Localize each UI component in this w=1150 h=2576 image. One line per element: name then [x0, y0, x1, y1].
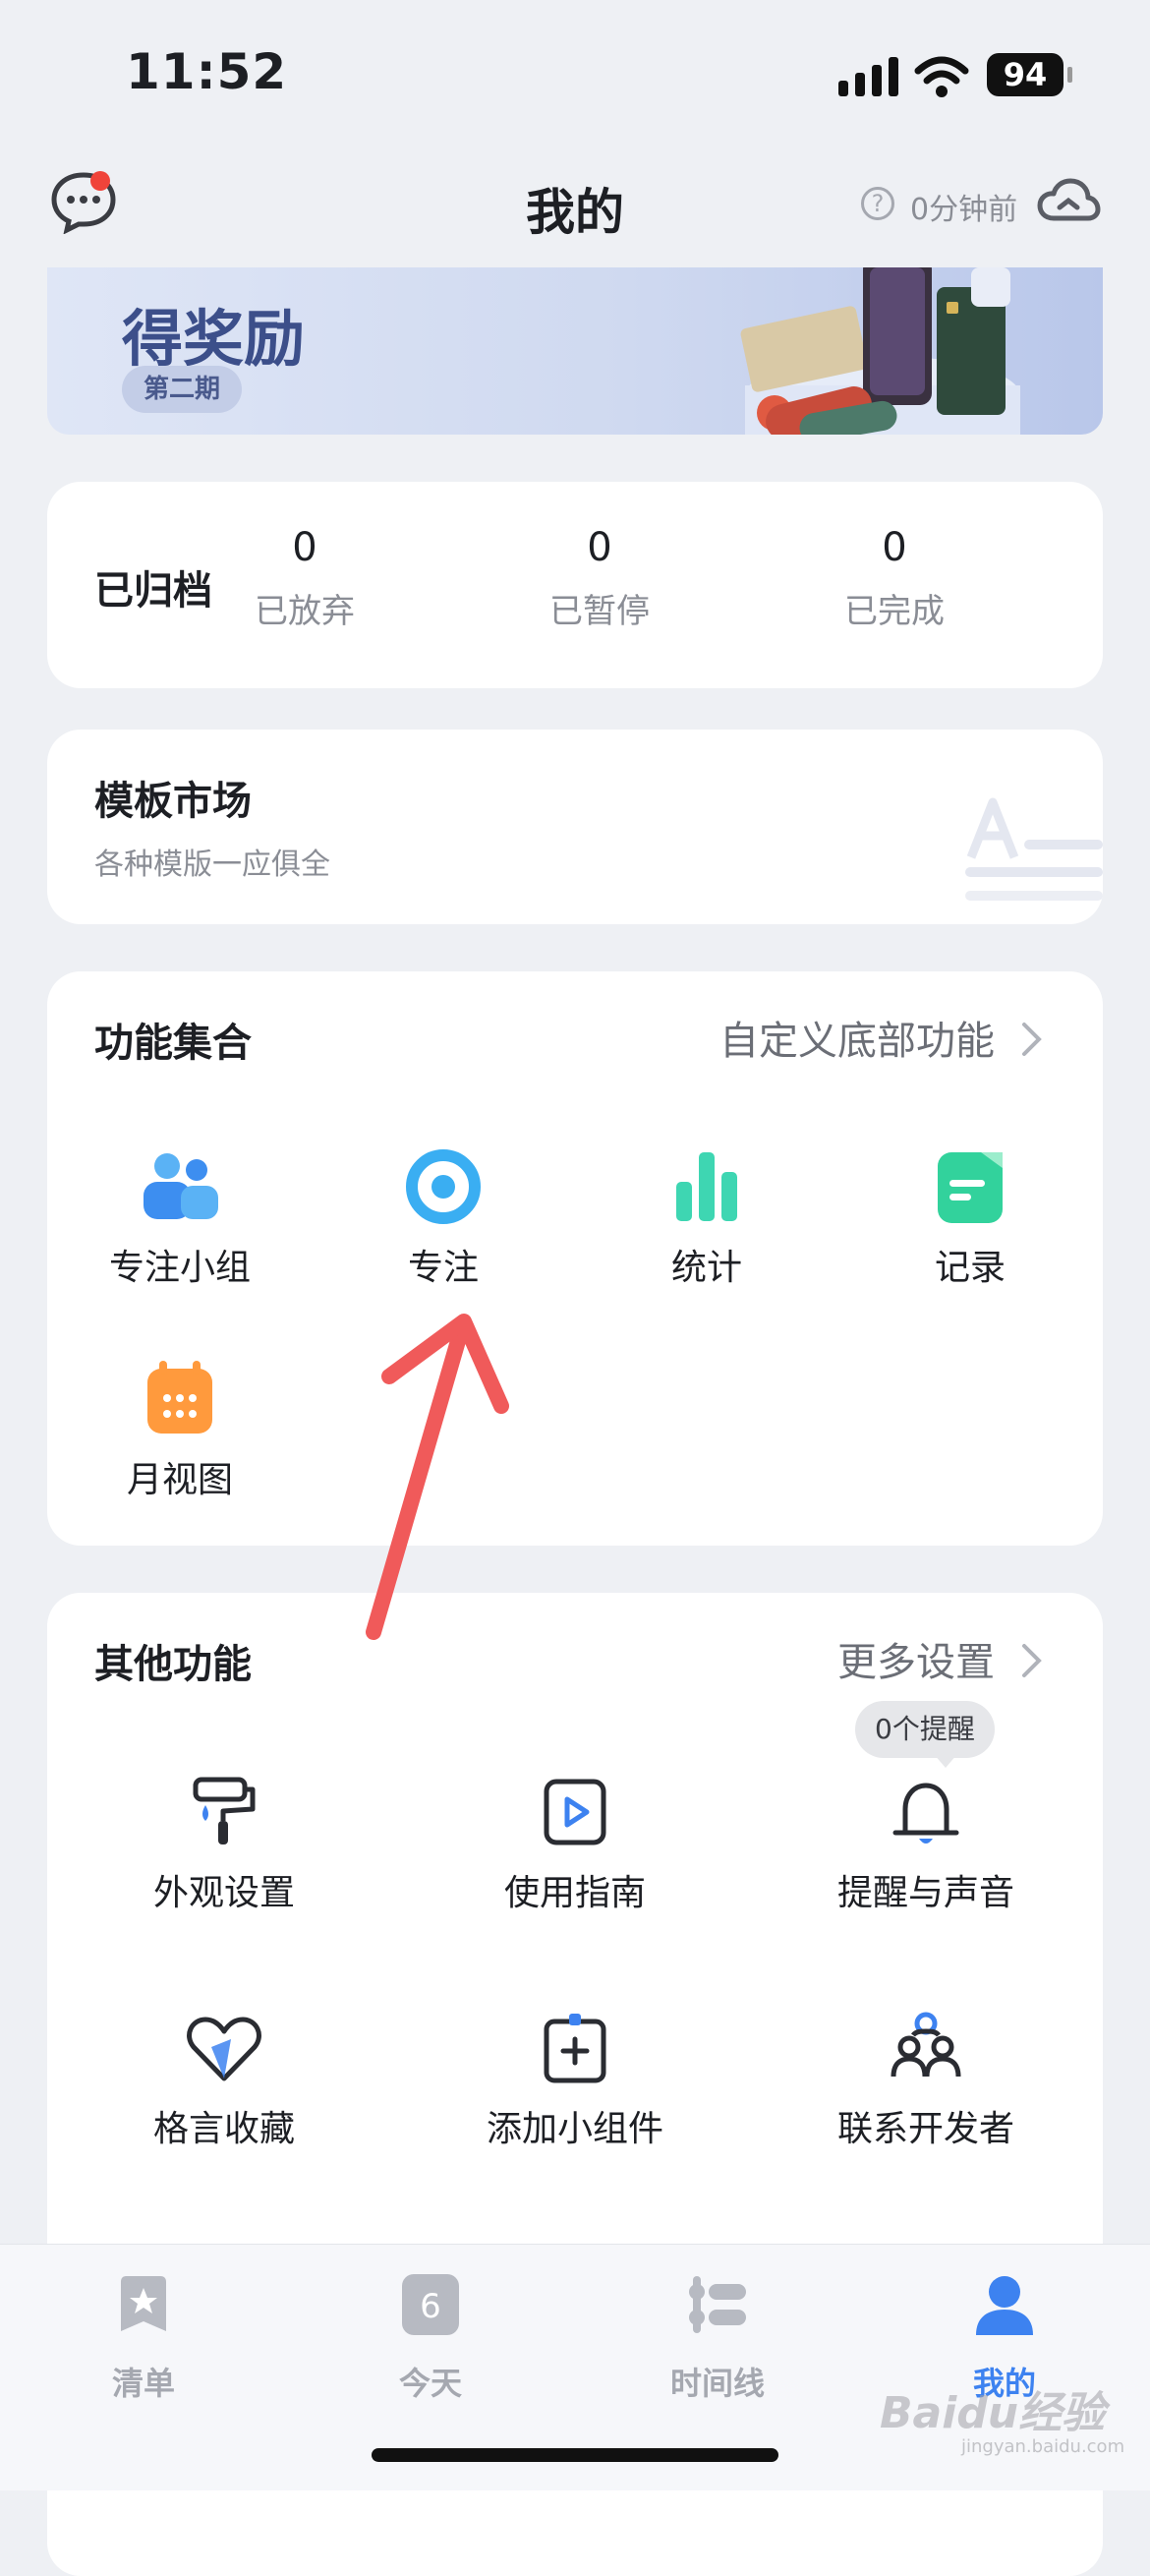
feature-label: 专注小组	[108, 1248, 251, 1288]
quote-favorites[interactable]: 格言收藏	[91, 2006, 357, 2151]
item-label: 提醒与声音	[836, 1873, 1014, 1913]
user-guide[interactable]: 使用指南	[442, 1770, 708, 1915]
watermark-url: jingyan.baidu.com	[961, 2436, 1125, 2457]
signal-icon	[838, 57, 898, 96]
battery-indicator: 94	[987, 53, 1064, 96]
stat-abandoned[interactable]: 0 已放弃	[197, 525, 413, 632]
heart-icon	[187, 2017, 261, 2081]
group-icon	[144, 1153, 218, 1219]
help-icon[interactable]: ?	[861, 187, 894, 220]
contact-developer[interactable]: 联系开发者	[793, 2006, 1059, 2151]
feature-focus[interactable]: 专注	[311, 1144, 576, 1290]
reminders-and-sounds[interactable]: 提醒与声音	[793, 1770, 1059, 1915]
feature-label: 记录	[934, 1248, 1006, 1288]
stats-icon	[676, 1152, 737, 1221]
item-label: 联系开发者	[836, 2109, 1014, 2149]
feature-month-view[interactable]: 月视图	[47, 1357, 313, 1502]
banner-badge: 第二期	[122, 366, 243, 413]
add-widget[interactable]: 添加小组件	[442, 2006, 708, 2151]
cloud-sync-icon[interactable]	[1036, 177, 1101, 226]
template-market-card[interactable]: 模板市场 各种模版一应俱全	[47, 730, 1103, 924]
stat-value: 0	[882, 525, 907, 570]
chevron-right-icon	[1022, 1023, 1042, 1056]
tab-list[interactable]: 清单	[0, 2272, 287, 2404]
record-icon	[938, 1152, 1003, 1223]
today-number: 6	[420, 2287, 441, 2326]
feature-label: 统计	[670, 1248, 742, 1288]
calendar-icon	[147, 1361, 212, 1434]
list-star-icon	[121, 2276, 166, 2331]
stat-completed[interactable]: 0 已完成	[786, 525, 1003, 632]
stat-label: 已放弃	[255, 592, 355, 631]
home-indicator	[372, 2448, 778, 2462]
stat-label: 已完成	[844, 592, 945, 631]
banner-title: 得奖励	[122, 303, 306, 375]
wifi-icon	[914, 56, 969, 97]
status-time: 11:52	[126, 43, 288, 100]
feature-label: 专注	[407, 1248, 479, 1288]
features-title: 功能集合	[94, 1021, 252, 1066]
appearance-settings[interactable]: 外观设置	[91, 1770, 357, 1915]
tab-label: 今天	[398, 2365, 462, 2402]
stat-value: 0	[292, 525, 317, 570]
profile-icon	[976, 2276, 1033, 2335]
play-guide-icon	[544, 1779, 606, 1845]
watermark-logo: Baidu经验	[880, 2388, 1106, 2438]
feature-stats[interactable]: 统计	[574, 1144, 839, 1290]
item-label: 外观设置	[152, 1873, 295, 1913]
contact-developer-icon	[891, 2012, 961, 2078]
more-settings-link[interactable]: 更多设置	[837, 1630, 995, 1687]
tab-label: 清单	[111, 2365, 175, 2402]
annotation-arrow	[366, 1314, 509, 1640]
template-market-title: 模板市场	[94, 779, 252, 824]
other-title: 其他功能	[94, 1642, 252, 1687]
battery-tip	[1067, 67, 1072, 83]
promo-banner[interactable]: 得奖励 第二期	[47, 267, 1103, 435]
features-card: 功能集合 自定义底部功能 专注小组 专注 统计 记录 月视图	[47, 971, 1103, 1546]
sync-time: 0分钟前	[910, 193, 1018, 227]
template-market-subtitle: 各种模版一应俱全	[94, 848, 330, 882]
stat-label: 已暂停	[549, 592, 650, 631]
feature-focus-group[interactable]: 专注小组	[47, 1144, 313, 1290]
reminder-count-badge: 0个提醒	[855, 1701, 995, 1758]
stat-paused[interactable]: 0 已暂停	[491, 525, 708, 632]
reminder-badge-tail	[934, 1754, 957, 1768]
feature-record[interactable]: 记录	[837, 1144, 1103, 1290]
tab-label: 时间线	[669, 2365, 765, 2402]
item-label: 使用指南	[503, 1873, 646, 1913]
tab-timeline[interactable]: 时间线	[574, 2272, 861, 2404]
chevron-right-icon	[1022, 1644, 1042, 1677]
bell-icon	[892, 1783, 959, 1844]
customize-bottom-link[interactable]: 自定义底部功能	[719, 1009, 995, 1066]
archive-label: 已归档	[94, 568, 212, 614]
template-letter-icon	[965, 797, 1103, 901]
add-widget-icon	[544, 2014, 606, 2083]
paint-roller-icon	[193, 1777, 256, 1844]
item-label: 添加小组件	[486, 2109, 663, 2149]
item-label: 格言收藏	[152, 2109, 295, 2149]
focus-icon	[406, 1149, 481, 1224]
tab-today[interactable]: 6 今天	[287, 2272, 574, 2404]
prize-illustration	[740, 267, 1020, 435]
archive-card[interactable]: 已归档 0 已放弃 0 已暂停 0 已完成	[47, 482, 1103, 688]
today-icon: 6	[402, 2274, 459, 2335]
feature-label: 月视图	[126, 1460, 233, 1500]
stat-value: 0	[587, 525, 612, 570]
timeline-icon	[689, 2276, 746, 2333]
